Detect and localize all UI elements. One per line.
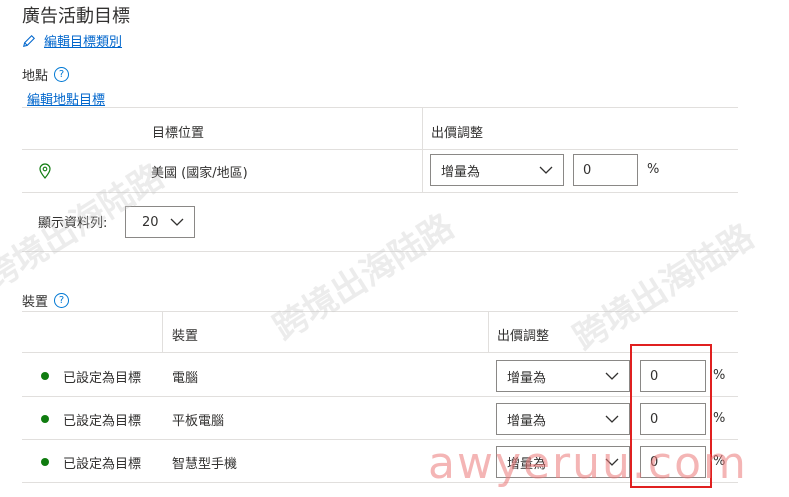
- percent-unit: %: [713, 368, 726, 383]
- device-name: 電腦: [172, 371, 199, 386]
- pencil-icon: [23, 34, 35, 47]
- divider: [22, 251, 738, 252]
- divider: [22, 311, 738, 312]
- device-bid-mode-select[interactable]: 增量為: [496, 403, 630, 435]
- device-name: 平板電腦: [172, 414, 225, 429]
- percent-unit: %: [713, 454, 726, 469]
- edit-goal-row: 編輯目標類別: [22, 31, 122, 50]
- column-divider: [422, 108, 423, 192]
- header-bid-adjustment: 出價調整: [431, 126, 484, 141]
- device-status: 已設定為目標: [63, 457, 142, 472]
- chevron-down-icon: [605, 415, 619, 423]
- location-label: 地點: [22, 69, 49, 84]
- device-status: 已設定為目標: [63, 414, 142, 429]
- device-label: 裝置: [22, 295, 49, 310]
- chevron-down-icon: [170, 218, 184, 226]
- device-status: 已設定為目標: [63, 371, 142, 386]
- header-device: 裝置: [172, 329, 199, 344]
- device-bid-mode-select[interactable]: 增量為: [496, 360, 630, 392]
- select-value: 增量為: [507, 370, 547, 386]
- percent-unit: %: [647, 162, 660, 177]
- help-circle-icon[interactable]: ?: [54, 293, 70, 308]
- chevron-down-icon: [605, 458, 619, 466]
- chevron-down-icon: [539, 166, 553, 174]
- edit-location-link[interactable]: 編輯地點目標: [27, 89, 105, 108]
- show-rows-select[interactable]: 20: [125, 206, 195, 238]
- map-pin-icon: [39, 163, 51, 179]
- help-circle-icon[interactable]: ?: [54, 67, 70, 82]
- location-bid-value-input[interactable]: 0: [573, 154, 638, 186]
- select-value: 增量為: [507, 413, 547, 429]
- percent-unit: %: [713, 411, 726, 426]
- show-rows-label: 顯示資料列:: [38, 216, 108, 231]
- status-dot: [41, 372, 49, 380]
- divider: [22, 107, 738, 108]
- select-value: 增量為: [507, 456, 547, 472]
- device-name: 智慧型手機: [172, 457, 238, 472]
- status-dot: [41, 415, 49, 423]
- location-bid-mode-select[interactable]: 增量為: [430, 154, 564, 186]
- location-name: 美國 (國家/地區): [151, 166, 248, 181]
- device-bid-mode-select[interactable]: 增量為: [496, 446, 630, 478]
- watermark: 跨境出海陆路: [566, 216, 761, 359]
- page-title: 廣告活動目標: [22, 6, 130, 27]
- column-divider: [162, 312, 163, 352]
- watermark: 跨境出海陆路: [266, 206, 461, 349]
- device-section-label: 裝置 ?: [22, 291, 70, 310]
- header-target-location: 目標位置: [152, 126, 205, 141]
- location-section-label: 地點 ?: [22, 65, 70, 84]
- highlight-box: [630, 344, 712, 488]
- header-bid-adjustment: 出價調整: [497, 329, 550, 344]
- select-value: 20: [142, 214, 159, 230]
- select-value: 增量為: [441, 164, 481, 180]
- chevron-down-icon: [605, 372, 619, 380]
- divider: [22, 149, 738, 150]
- divider: [22, 192, 738, 193]
- edit-goal-link[interactable]: 編輯目標類別: [44, 31, 122, 50]
- column-divider: [488, 312, 489, 352]
- status-dot: [41, 458, 49, 466]
